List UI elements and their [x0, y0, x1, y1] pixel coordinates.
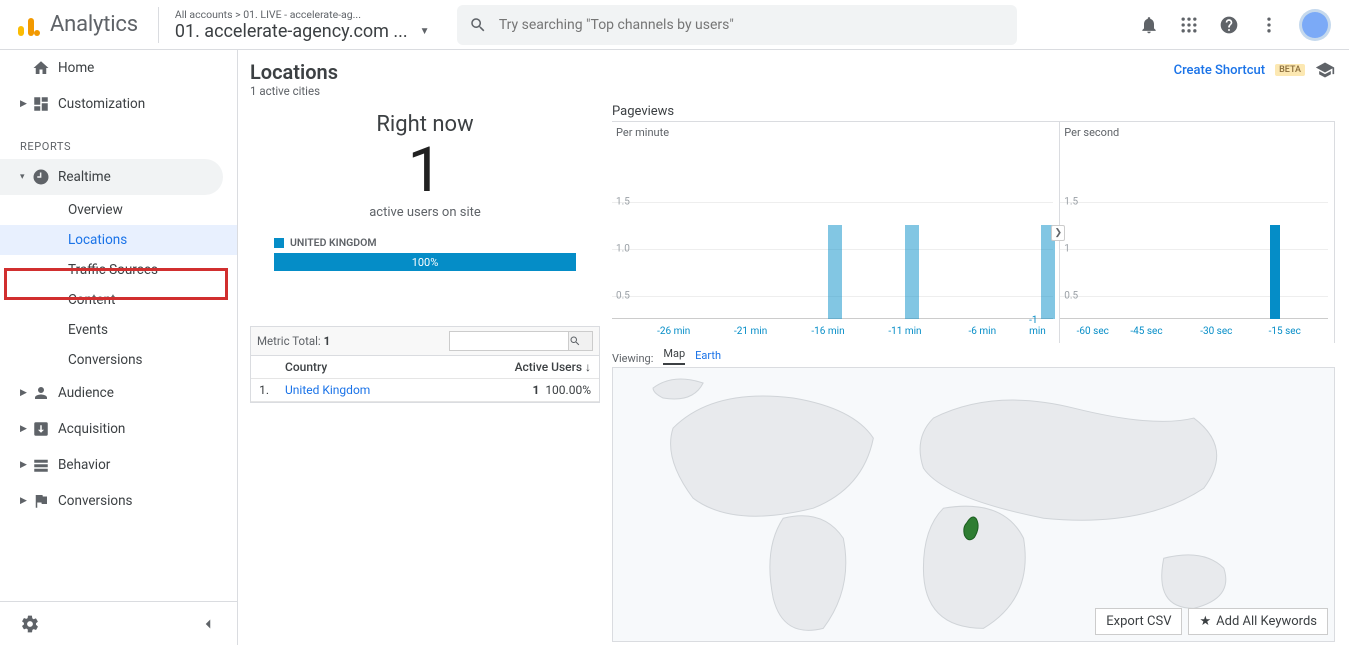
metric-table: Country Active Users ↓ 1. United Kingdom… [251, 356, 599, 402]
sidebar-sub-traffic-sources[interactable]: Traffic Sources [0, 255, 237, 285]
progress-bar: 100% [274, 253, 576, 271]
logo-block: Analytics [8, 12, 150, 38]
tab-earth[interactable]: Earth [695, 349, 721, 365]
create-shortcut-link[interactable]: Create Shortcut [1174, 63, 1266, 78]
flag-icon [32, 492, 58, 510]
star-icon: ★ [1199, 614, 1211, 629]
sidebar-item-acquisition[interactable]: ▶ Acquisition [0, 411, 237, 447]
add-keywords-button[interactable]: ★Add All Keywords [1188, 608, 1328, 635]
apps-icon[interactable] [1179, 15, 1199, 35]
property-name: 01. accelerate-agency.com ... [175, 21, 408, 42]
property-selector[interactable]: All accounts > 01. LIVE - accelerate-ag.… [167, 8, 457, 42]
chart-subtitle-pm: Per minute [612, 122, 1059, 139]
viewing-label: Viewing: [612, 352, 653, 365]
dashboard-icon [32, 95, 58, 113]
search-box[interactable] [457, 5, 1017, 45]
tab-map[interactable]: Map [663, 347, 685, 365]
legend-label: UNITED KINGDOM [290, 236, 377, 249]
breadcrumb: All accounts > 01. LIVE - accelerate-ag.… [175, 8, 449, 21]
bar-second [1270, 225, 1280, 319]
rightnow-card: Right now 1 active users on site [250, 104, 600, 220]
viewing-tabs: Viewing: Map Earth [612, 343, 1335, 367]
sidebar-sub-locations[interactable]: Locations [0, 225, 237, 255]
chart-per-minute: Per minute 1.5 1.0 0.5 -26 min -21 min [612, 122, 1060, 343]
sidebar-item-behavior[interactable]: ▶ Behavior [0, 447, 237, 483]
clock-icon [32, 168, 58, 186]
notifications-icon[interactable] [1139, 15, 1159, 35]
more-vert-icon[interactable] [1259, 15, 1279, 35]
sidebar-item-conversions[interactable]: ▶ Conversions [0, 483, 237, 519]
search-icon [469, 16, 487, 34]
metric-search-button[interactable] [569, 331, 593, 351]
col-country[interactable]: Country [277, 356, 445, 379]
world-map[interactable]: Export CSV ★Add All Keywords [612, 367, 1335, 642]
header-divider [158, 7, 159, 43]
sidebar: Home ▶ Customization REPORTS ▾ Realtime … [0, 50, 238, 645]
chart-subtitle-ps: Per second [1060, 122, 1334, 139]
metric-total: Metric Total: 1 [257, 334, 330, 348]
search-input[interactable] [499, 17, 1005, 33]
progress-percent: 100% [412, 256, 439, 269]
sidebar-sub-content[interactable]: Content [0, 285, 237, 315]
sidebar-label: Customization [58, 96, 145, 112]
export-csv-button[interactable]: Export CSV [1095, 608, 1182, 635]
collapse-icon[interactable] [199, 615, 217, 633]
sidebar-label: Audience [58, 385, 114, 401]
sidebar-sub-events[interactable]: Events [0, 315, 237, 345]
sidebar-item-realtime[interactable]: ▾ Realtime [0, 159, 223, 195]
legend-row: UNITED KINGDOM [274, 236, 600, 249]
legend-swatch [274, 238, 284, 248]
charts-row: Per minute 1.5 1.0 0.5 -26 min -21 min [612, 121, 1335, 343]
education-icon[interactable] [1315, 60, 1335, 80]
metric-panel: Metric Total: 1 Country [250, 326, 600, 403]
acquisition-icon [32, 420, 58, 438]
sidebar-sub-overview[interactable]: Overview [0, 195, 237, 225]
help-icon[interactable] [1219, 15, 1239, 35]
ga-logo-icon [16, 12, 42, 38]
bar-minute [905, 225, 919, 319]
product-name: Analytics [50, 12, 138, 37]
row-users-cell: 1 100.00% [445, 379, 599, 402]
table-row[interactable]: 1. United Kingdom 1 100.00% [251, 379, 599, 402]
header-icon-row [1139, 9, 1341, 41]
sidebar-label: Behavior [58, 457, 110, 473]
sidebar-label: Home [58, 60, 94, 76]
gear-icon[interactable] [20, 614, 40, 634]
sidebar-label: Acquisition [58, 421, 125, 437]
reports-section-label: REPORTS [0, 122, 237, 159]
rightnow-value: 1 [250, 137, 600, 205]
col-active-users[interactable]: Active Users ↓ [445, 356, 599, 379]
row-country[interactable]: United Kingdom [277, 379, 445, 402]
caret-down-icon: ▼ [420, 26, 430, 37]
chart-per-second: Per second 1.5 1 0.5 -60 sec -45 sec -30… [1060, 122, 1335, 343]
page-title: Locations [250, 60, 338, 84]
pageviews-title: Pageviews [612, 104, 1335, 119]
sidebar-item-audience[interactable]: ▶ Audience [0, 375, 237, 411]
rightnow-label: active users on site [250, 205, 600, 220]
person-icon [32, 384, 58, 402]
app-header: Analytics All accounts > 01. LIVE - acce… [0, 0, 1349, 50]
sidebar-label: Realtime [58, 169, 111, 185]
bar-minute [828, 225, 842, 319]
account-avatar[interactable] [1299, 9, 1331, 41]
sidebar-item-customization[interactable]: ▶ Customization [0, 86, 237, 122]
sidebar-item-home[interactable]: Home [0, 50, 237, 86]
behavior-icon [32, 456, 58, 474]
sort-down-icon: ↓ [585, 360, 591, 374]
page-subtitle: 1 active cities [250, 84, 338, 98]
beta-badge: BETA [1275, 64, 1305, 76]
sidebar-sub-conversions[interactable]: Conversions [0, 345, 237, 375]
sidebar-footer [0, 601, 237, 645]
metric-search-input[interactable] [449, 331, 569, 351]
sidebar-label: Conversions [58, 493, 133, 509]
main-content: Locations 1 active cities Create Shortcu… [238, 50, 1349, 645]
home-icon [32, 59, 58, 77]
row-index: 1. [251, 379, 277, 402]
